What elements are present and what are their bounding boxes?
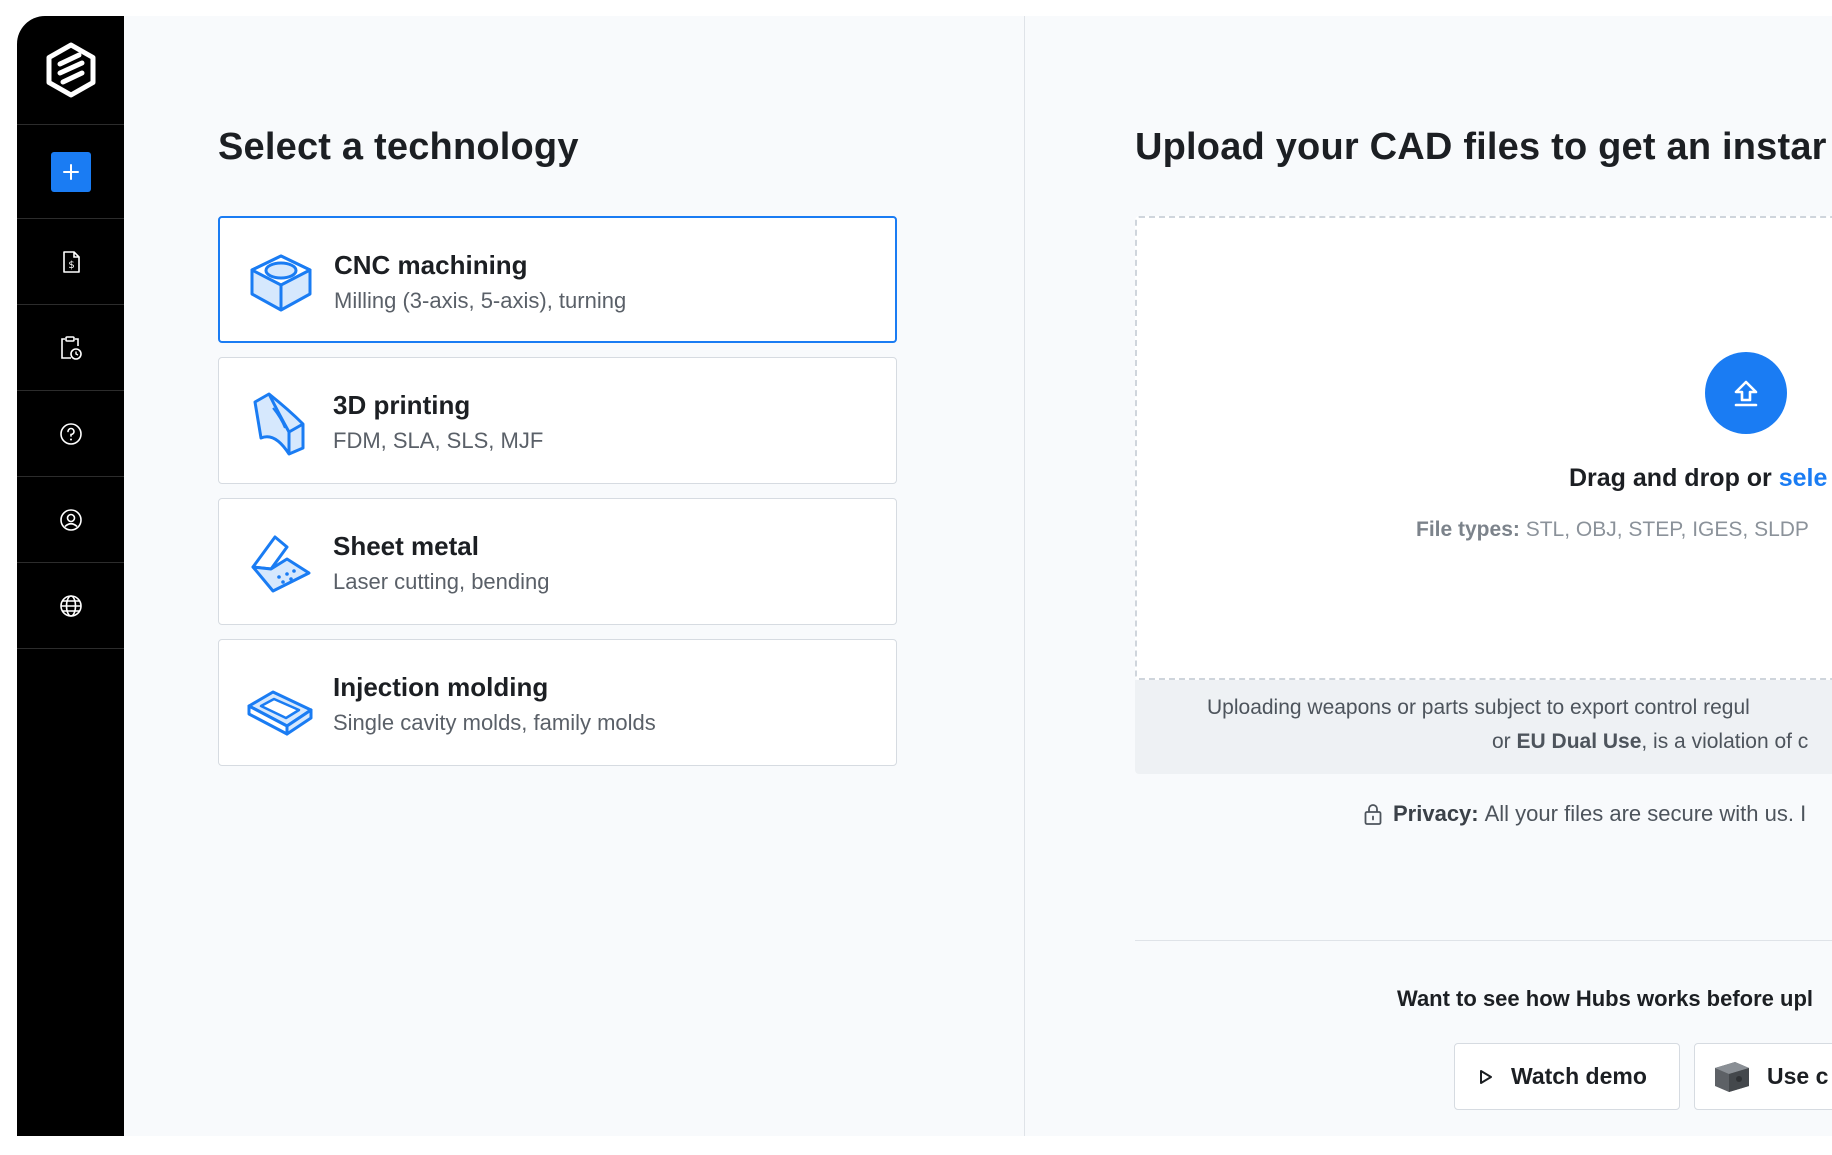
sidebar-item-help[interactable] [17, 391, 124, 477]
sidebar-item-quotes[interactable]: $ [17, 219, 124, 305]
tech-name: Injection molding [333, 672, 549, 702]
sidebar-item-new-quote[interactable] [17, 125, 124, 219]
page-title: Select a technology [218, 126, 579, 168]
warning-prefix: or [1492, 730, 1517, 753]
tech-card-injection-molding[interactable]: Injection molding Single cavity molds, f… [218, 639, 897, 766]
tech-card-sheet-metal[interactable]: Sheet metal Laser cutting, bending [218, 498, 897, 625]
injection-mold-part-icon [247, 690, 313, 736]
select-files-link[interactable]: sele [1779, 464, 1828, 492]
sidebar-item-language[interactable] [17, 563, 124, 649]
sidebar-logo[interactable] [17, 16, 124, 125]
example-part-icon [1713, 1060, 1751, 1094]
tech-card-cnc[interactable]: CNC machining Milling (3-axis, 5-axis), … [218, 216, 897, 343]
upload-arrow-icon [1734, 380, 1758, 407]
plus-icon [62, 163, 79, 180]
watch-demo-button[interactable]: Watch demo [1454, 1043, 1680, 1110]
tech-card-3d-printing[interactable]: 3D printing FDM, SLA, SLS, MJF [218, 357, 897, 484]
privacy-label: Privacy: [1393, 801, 1479, 826]
sheet-metal-part-icon [251, 535, 311, 593]
tech-description: Milling (3-axis, 5-axis), turning [334, 288, 627, 313]
warning-eu-dual-use: EU Dual Use [1516, 730, 1642, 753]
sidebar: $ [17, 16, 124, 1136]
svg-text:$: $ [68, 260, 74, 271]
lock-icon [1363, 802, 1383, 826]
technology-panel: Select a technology CNC machining Millin… [124, 16, 1025, 1136]
clipboard-clock-icon [59, 335, 83, 361]
play-icon [1479, 1069, 1493, 1085]
use-example-part-button[interactable]: Use c [1694, 1043, 1832, 1110]
app-window: $ Select a technology CNC machining Mill… [17, 16, 1832, 1136]
new-quote-button[interactable] [50, 151, 91, 192]
question-circle-icon [59, 422, 83, 446]
hubs-logo-icon [46, 42, 95, 98]
sidebar-item-orders[interactable] [17, 305, 124, 391]
tech-description: Laser cutting, bending [333, 569, 550, 594]
sidebar-item-account[interactable] [17, 477, 124, 563]
tech-name: 3D printing [333, 390, 471, 420]
3d-print-part-icon [253, 392, 305, 456]
document-dollar-icon: $ [60, 250, 82, 274]
use-example-label: Use c [1767, 1063, 1829, 1089]
tech-name: CNC machining [334, 250, 528, 280]
privacy-note: Privacy: All your files are secure with … [1363, 801, 1806, 827]
tech-name: Sheet metal [333, 531, 479, 561]
file-types: File types: STL, OBJ, STEP, IGES, SLDP [1416, 518, 1809, 542]
upload-button[interactable] [1705, 352, 1787, 434]
globe-icon [59, 594, 83, 618]
warning-suffix: , is a violation of c [1641, 730, 1809, 753]
export-control-warning: Uploading weapons or parts subject to ex… [1135, 680, 1832, 774]
upload-panel: Upload your CAD files to get an instar D… [1025, 16, 1832, 1136]
tech-description: Single cavity molds, family molds [333, 710, 656, 735]
watch-demo-label: Watch demo [1511, 1063, 1647, 1089]
drag-drop-text: Drag and drop or sele [1569, 464, 1827, 493]
warning-line-1: Uploading weapons or parts subject to ex… [1207, 696, 1750, 719]
warning-line-2: or EU Dual Use, is a violation of c [1492, 730, 1808, 754]
user-circle-icon [59, 508, 83, 532]
cnc-block-icon [250, 254, 312, 312]
drag-drop-prefix: Drag and drop or [1569, 464, 1779, 492]
privacy-text: All your files are secure with us. I [1484, 801, 1807, 826]
file-types-label: File types: [1416, 518, 1520, 541]
file-dropzone[interactable]: Drag and drop or sele File types: STL, O… [1135, 216, 1832, 680]
upload-title: Upload your CAD files to get an instar [1135, 126, 1827, 168]
section-divider [1135, 940, 1832, 941]
demo-question: Want to see how Hubs works before upl [1397, 986, 1814, 1011]
file-types-value: STL, OBJ, STEP, IGES, SLDP [1519, 518, 1809, 541]
tech-description: FDM, SLA, SLS, MJF [333, 428, 544, 453]
